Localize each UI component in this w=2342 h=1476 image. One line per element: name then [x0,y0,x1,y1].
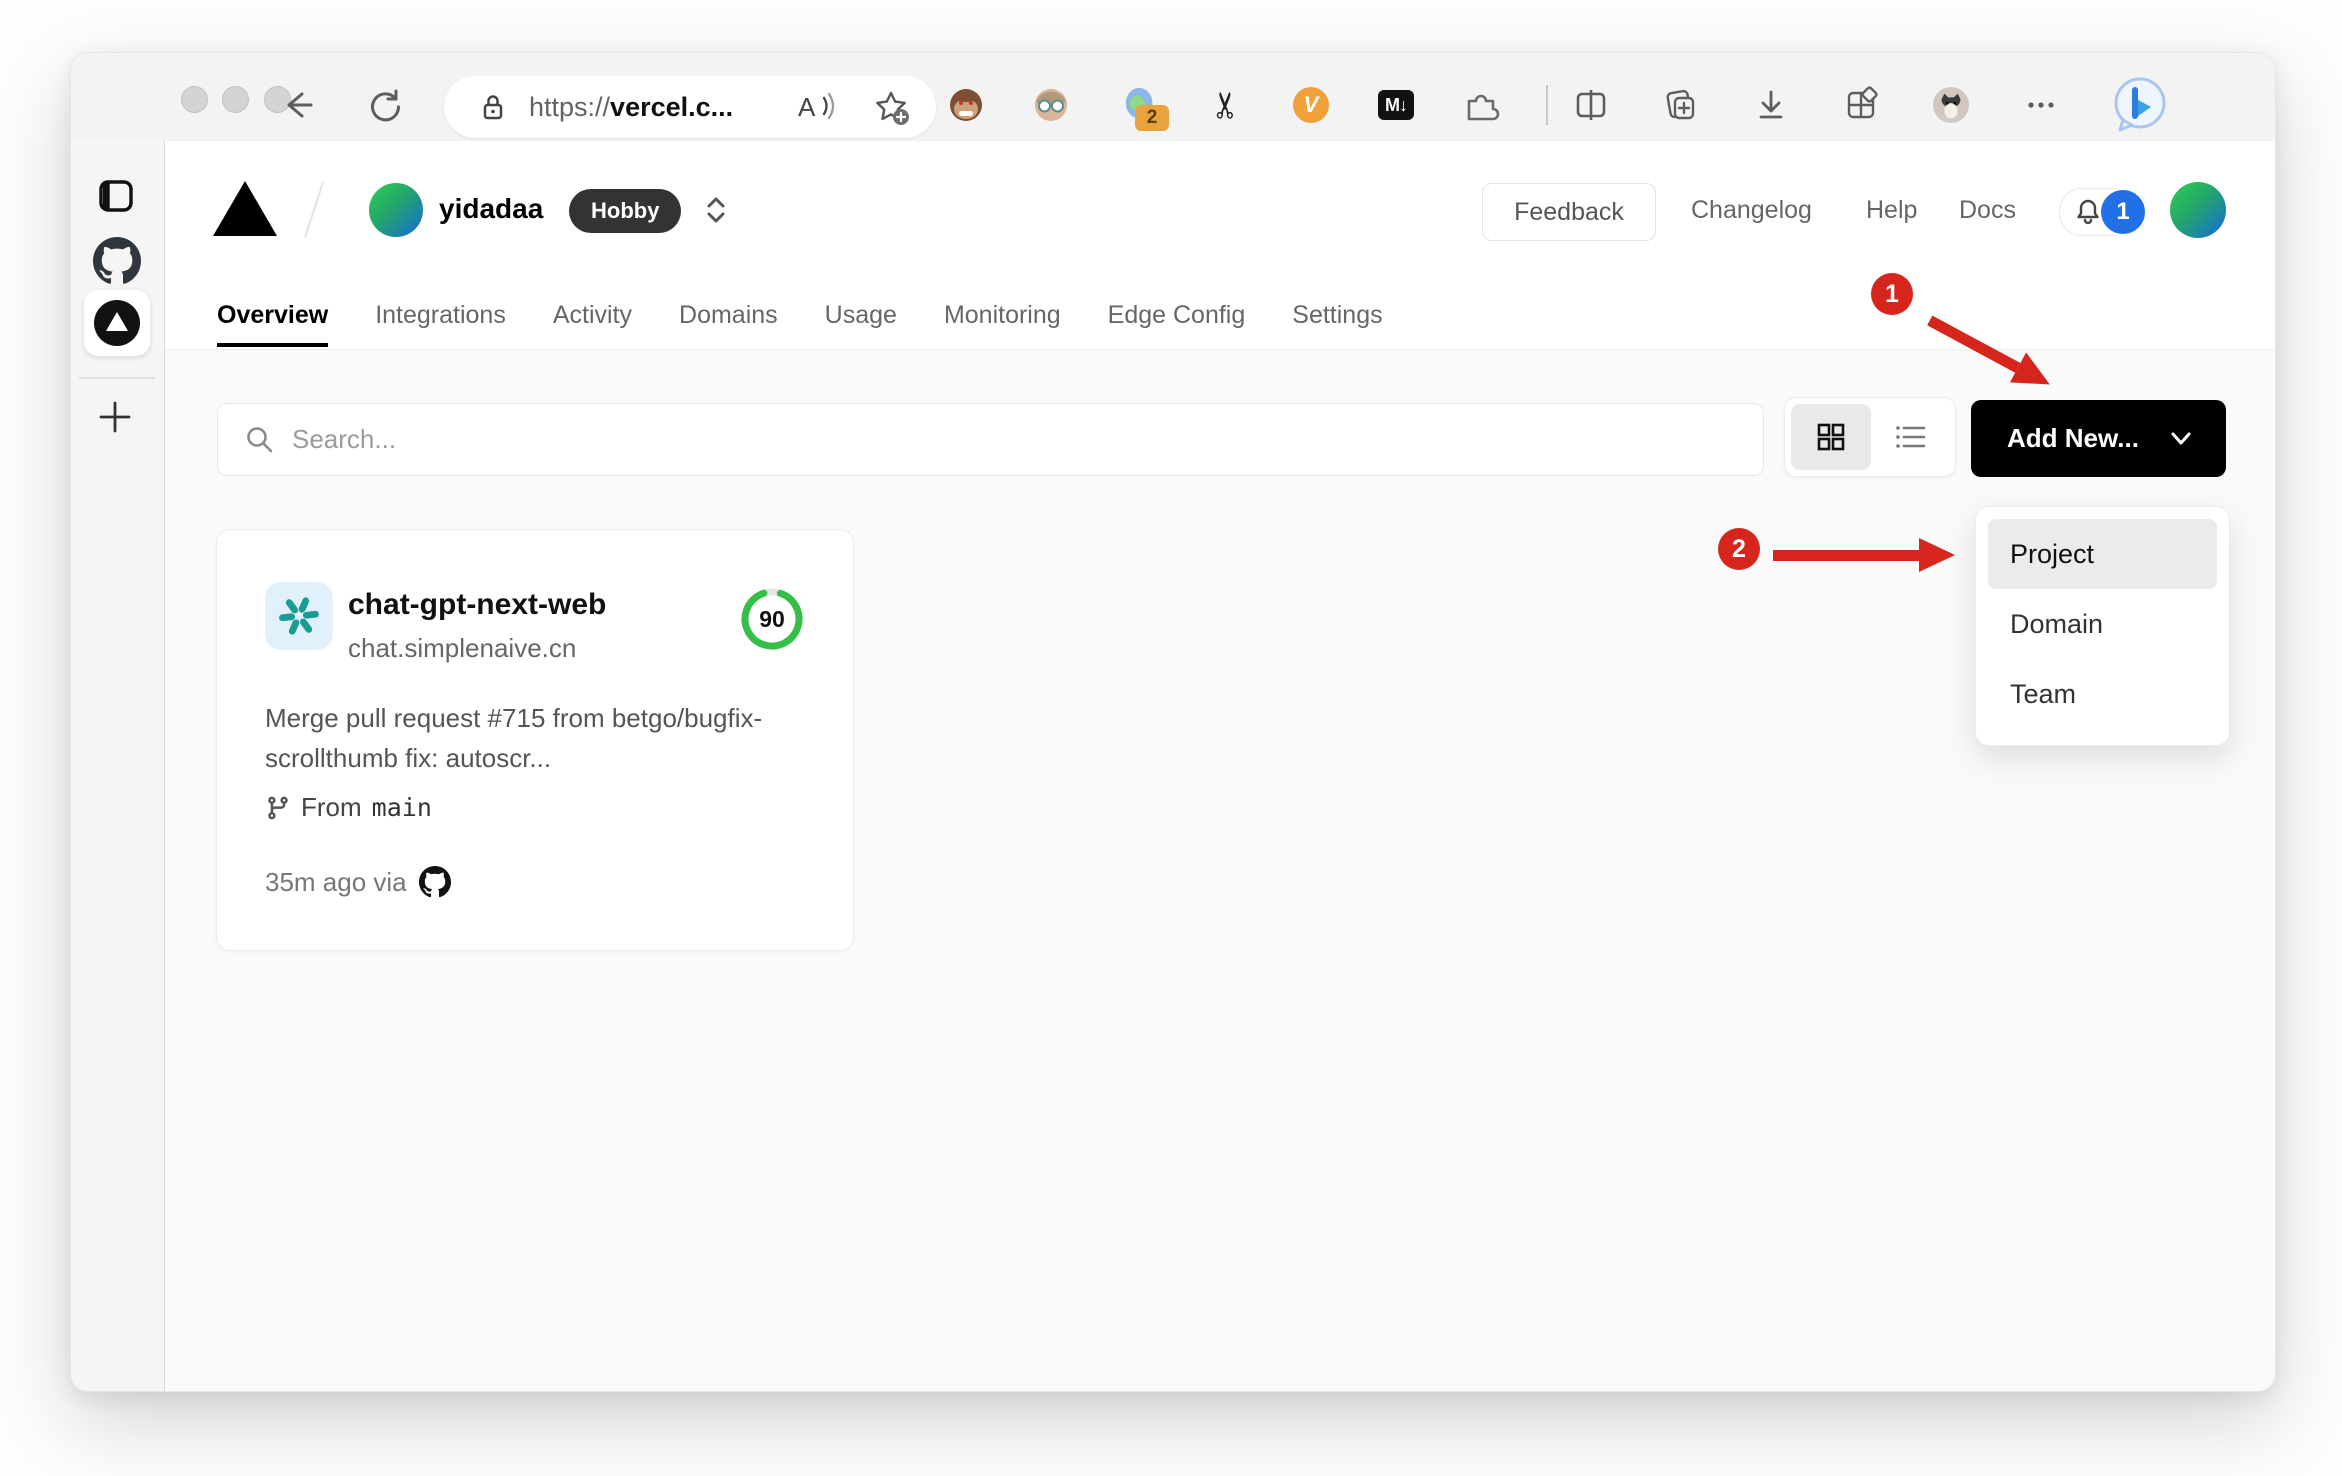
collections-icon[interactable] [1662,86,1700,124]
vercel-dashboard: yidadaa Hobby Feedback Changelog Help Do… [165,141,2275,1391]
score-ring[interactable]: 90 [739,586,805,652]
tab-usage[interactable]: Usage [825,283,897,347]
feedback-button[interactable]: Feedback [1482,183,1656,241]
more-options-icon[interactable] [2022,86,2060,124]
minimize-button[interactable] [222,86,249,113]
tab-edge-config[interactable]: Edge Config [1108,283,1246,347]
tampermonkey-extension-icon[interactable] [947,86,985,124]
downloads-icon[interactable] [1752,86,1790,124]
project-name[interactable]: chat-gpt-next-web [348,588,606,622]
from-label: From [301,792,362,822]
svg-text:A: A [798,92,816,122]
glarity-extension-icon[interactable]: 2 [1122,86,1169,131]
browser-toolbar: https://vercel.c... A 2 ✂ V M↓ [71,53,2275,142]
tab-monitoring[interactable]: Monitoring [944,283,1061,347]
persona-extension-icon[interactable] [1032,86,1070,124]
project-card[interactable]: chat-gpt-next-web chat.simplenaive.cn 90… [216,529,854,951]
score-value: 90 [759,605,785,632]
v-extension-icon[interactable]: V [1292,86,1330,124]
vercel-circle-icon [94,300,140,346]
team-switcher-icon[interactable] [699,193,733,227]
grid-view-icon [1817,423,1845,451]
deployment-meta: 35m ago via [265,866,451,898]
url-text: https://vercel.c... [529,91,734,122]
docs-link[interactable]: Docs [1959,196,2016,225]
annotation-step-2: 2 [1718,528,1760,570]
close-button[interactable] [181,86,208,113]
add-favorite-icon[interactable] [872,88,912,128]
scissors-extension-icon[interactable]: ✂ [1205,86,1246,124]
tab-activity[interactable]: Activity [553,283,632,347]
toolbar-divider [1546,85,1548,125]
view-toggle-group [1784,397,1956,477]
grid-view-button[interactable] [1791,404,1871,470]
markdown-extension-icon[interactable]: M↓ [1377,86,1415,124]
chrome-body: yidadaa Hobby Feedback Changelog Help Do… [71,141,2275,1391]
help-link[interactable]: Help [1866,196,1917,225]
deploy-time: 35m ago via [265,866,407,897]
breadcrumb-slash [304,182,324,238]
list-view-icon [1896,426,1926,448]
search-input[interactable] [217,403,1764,476]
dropdown-item-team[interactable]: Team [1988,659,2217,729]
glarity-badge: 2 [1135,105,1169,131]
list-view-button[interactable] [1893,420,1929,454]
dropdown-item-domain[interactable]: Domain [1988,589,2217,659]
vercel-sidebar-tab[interactable] [84,290,150,356]
add-new-dropdown: Project Domain Team [1975,506,2230,746]
dropdown-item-project[interactable]: Project [1988,519,2217,589]
changelog-link[interactable]: Changelog [1691,196,1812,225]
sidebar-divider [79,377,155,379]
git-branch-icon [268,796,288,819]
screenshot-stage: https://vercel.c... A 2 ✂ V M↓ yidadaa H… [0,0,2342,1476]
team-name[interactable]: yidadaa [439,193,543,225]
back-icon[interactable] [277,86,315,124]
tab-settings[interactable]: Settings [1292,283,1382,347]
sidebar-add-icon[interactable] [95,397,135,437]
github-icon [418,866,451,898]
address-bar[interactable]: https://vercel.c... A [444,76,936,138]
openai-logo-icon [279,597,319,635]
tab-domains[interactable]: Domains [679,283,778,347]
browser-window: https://vercel.c... A 2 ✂ V M↓ yidadaa H… [70,52,2276,1392]
chevron-down-icon [2166,426,2196,452]
project-domain[interactable]: chat.simplenaive.cn [348,633,576,664]
github-sidebar-icon[interactable] [93,237,141,285]
search-field [217,403,1764,476]
search-icon [243,423,277,457]
annotation-step-1: 1 [1871,273,1913,315]
annotation-arrow-2 [1773,538,1955,572]
extensions-puzzle-icon[interactable] [1462,86,1500,124]
add-new-label: Add New... [2007,423,2139,453]
bing-chat-icon[interactable] [2111,76,2169,134]
add-new-button[interactable]: Add New... [1971,400,2226,477]
team-avatar[interactable] [369,183,423,237]
sidebar-toggle-icon[interactable] [95,175,137,217]
dashboard-tabs: Overview Integrations Activity Domains U… [217,283,1383,347]
branch-row: From main [265,792,432,823]
refresh-icon[interactable] [365,86,403,124]
tab-integrations[interactable]: Integrations [375,283,506,347]
profile-avatar[interactable] [1932,86,1970,124]
edge-sidebar [71,141,165,1391]
project-app-icon [265,582,333,650]
plan-badge: Hobby [569,189,682,233]
notification-count: 1 [2099,188,2147,236]
apps-grid-icon[interactable] [1842,86,1880,124]
tab-overview[interactable]: Overview [217,283,329,347]
user-avatar[interactable] [2170,182,2226,238]
commit-message[interactable]: Merge pull request #715 from betgo/bugfi… [265,698,810,778]
branch-name[interactable]: main [372,793,432,822]
split-screen-icon[interactable] [1572,86,1610,124]
vercel-logo[interactable] [213,181,277,236]
read-aloud-icon[interactable]: A [796,88,836,126]
lock-icon [476,90,510,124]
